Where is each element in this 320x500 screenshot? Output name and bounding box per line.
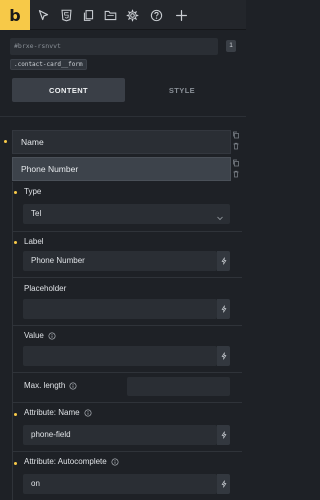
label-label: Label [24, 237, 44, 246]
field-settings-panel [12, 182, 242, 500]
divider [12, 402, 242, 403]
dynamic-data-button[interactable] [217, 425, 230, 445]
element-count-badge: 1 [226, 40, 236, 52]
info-icon[interactable] [69, 382, 77, 390]
attr-autocomplete-label: Attribute: Autocomplete [24, 457, 119, 466]
dynamic-data-button[interactable] [217, 299, 230, 319]
type-select-value: Tel [31, 209, 42, 218]
max-length-input[interactable] [127, 377, 230, 396]
attr-name-label: Attribute: Name [24, 408, 92, 417]
type-select[interactable]: Tel [23, 204, 230, 224]
required-indicator [14, 191, 17, 194]
field-item-name[interactable]: Name [12, 130, 231, 154]
value-input[interactable] [23, 346, 217, 366]
trash-icon[interactable] [232, 142, 240, 150]
dynamic-data-button[interactable] [217, 251, 230, 271]
divider [12, 231, 242, 232]
placeholder-label: Placeholder [24, 284, 66, 293]
folder-icon[interactable] [101, 6, 119, 24]
html5-icon[interactable] [57, 6, 75, 24]
plus-icon[interactable] [172, 6, 190, 24]
css-class-chip[interactable]: .contact-card__form [10, 59, 87, 70]
placeholder-input[interactable] [23, 299, 217, 319]
bolt-icon [221, 431, 226, 439]
required-indicator [14, 241, 17, 244]
pages-icon[interactable] [79, 6, 97, 24]
value-label-text: Value [24, 331, 44, 340]
max-length-label-text: Max. length [24, 381, 66, 390]
gear-icon[interactable] [123, 6, 141, 24]
copy-icon[interactable] [232, 159, 240, 167]
element-id-field[interactable]: #brxe-rsnvvt [10, 38, 218, 55]
bricks-logo[interactable]: b [0, 0, 30, 30]
dynamic-data-button[interactable] [217, 474, 230, 494]
dynamic-data-button[interactable] [217, 346, 230, 366]
copy-icon[interactable] [232, 131, 240, 139]
top-toolbar: b [0, 0, 246, 30]
bolt-icon [221, 257, 226, 265]
divider [12, 372, 242, 373]
attr-autocomplete-label-text: Attribute: Autocomplete [24, 457, 107, 466]
info-icon[interactable] [48, 332, 56, 340]
attr-autocomplete-input[interactable]: on [23, 474, 217, 494]
cursor-icon[interactable] [34, 6, 52, 24]
max-length-label: Max. length [24, 381, 77, 390]
tab-style[interactable]: STYLE [125, 78, 239, 102]
attr-name-label-text: Attribute: Name [24, 408, 80, 417]
divider [12, 325, 242, 326]
required-indicator [4, 140, 7, 143]
required-indicator [14, 462, 17, 465]
type-label: Type [24, 187, 41, 196]
field-item-label: Name [21, 137, 44, 147]
chevron-down-icon [216, 210, 224, 221]
bolt-icon [221, 480, 226, 488]
placeholder-label-text: Placeholder [24, 284, 67, 293]
field-item-actions [232, 159, 242, 181]
help-icon[interactable] [147, 6, 165, 24]
field-item-label: Phone Number [21, 164, 79, 174]
divider [12, 277, 242, 278]
info-icon[interactable] [84, 409, 92, 417]
label-label-text: Label [24, 237, 44, 246]
info-icon[interactable] [111, 458, 119, 466]
required-indicator [14, 413, 17, 416]
field-item-actions [232, 131, 242, 153]
tab-content[interactable]: CONTENT [12, 78, 125, 102]
label-input[interactable]: Phone Number [23, 251, 217, 271]
bolt-icon [221, 352, 226, 360]
attr-name-input[interactable]: phone-field [23, 425, 217, 445]
type-label-text: Type [24, 187, 42, 196]
field-item-phone-number[interactable]: Phone Number [12, 157, 231, 181]
divider [12, 451, 242, 452]
panel-divider [0, 116, 246, 117]
bolt-icon [221, 305, 226, 313]
trash-icon[interactable] [232, 170, 240, 178]
value-label: Value [24, 331, 56, 340]
